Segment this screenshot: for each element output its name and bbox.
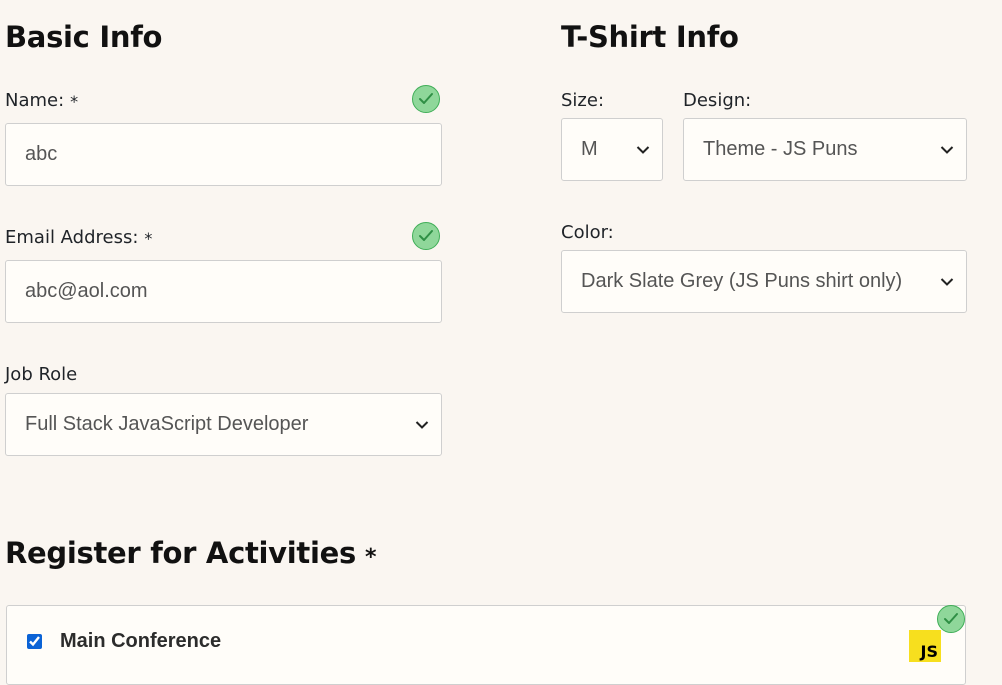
size-selected: M	[581, 138, 598, 160]
design-label: Design:	[683, 90, 752, 111]
js-logo-icon: JS	[909, 630, 941, 662]
job-role-selected: Full Stack JavaScript Developer	[25, 413, 309, 435]
color-select[interactable]: Dark Slate Grey (JS Puns shirt only)	[561, 250, 967, 313]
email-label-text: Email Address:	[5, 227, 139, 248]
color-selected: Dark Slate Grey (JS Puns shirt only)	[581, 270, 903, 292]
design-select[interactable]: Theme - JS Puns	[683, 118, 967, 181]
required-asterisk: *	[70, 92, 79, 111]
main-conference-checkbox[interactable]	[27, 634, 42, 649]
name-label: Name: *	[5, 90, 78, 111]
activity-item-main-conference[interactable]: Main Conference	[27, 630, 221, 653]
chevron-down-icon	[636, 145, 650, 154]
name-input[interactable]: abc	[5, 123, 442, 186]
basic-info-heading: Basic Info	[5, 20, 163, 54]
activities-valid-check-icon	[937, 605, 965, 633]
email-input-value: abc@aol.com	[25, 280, 148, 302]
size-label: Size:	[561, 90, 605, 111]
name-valid-check-icon	[412, 85, 440, 113]
email-input[interactable]: abc@aol.com	[5, 260, 442, 323]
activities-list: Main Conference JS	[6, 605, 966, 685]
main-conference-label: Main Conference	[60, 630, 222, 652]
size-select[interactable]: M	[561, 118, 663, 181]
chevron-down-icon	[940, 145, 954, 154]
activities-heading: Register for Activities *	[5, 536, 376, 570]
required-asterisk: *	[144, 229, 153, 248]
job-role-select[interactable]: Full Stack JavaScript Developer	[5, 393, 442, 456]
chevron-down-icon	[415, 420, 429, 429]
name-label-text: Name:	[5, 90, 65, 111]
email-valid-check-icon	[412, 222, 440, 250]
email-label: Email Address: *	[5, 227, 152, 248]
chevron-down-icon	[940, 277, 954, 286]
design-selected: Theme - JS Puns	[703, 138, 858, 160]
required-asterisk: *	[364, 545, 377, 570]
name-input-value: abc	[25, 143, 58, 165]
activities-heading-text: Register for Activities	[5, 536, 356, 570]
color-label: Color:	[561, 222, 614, 243]
job-role-label: Job Role	[5, 364, 78, 385]
tshirt-info-heading: T-Shirt Info	[561, 20, 739, 54]
